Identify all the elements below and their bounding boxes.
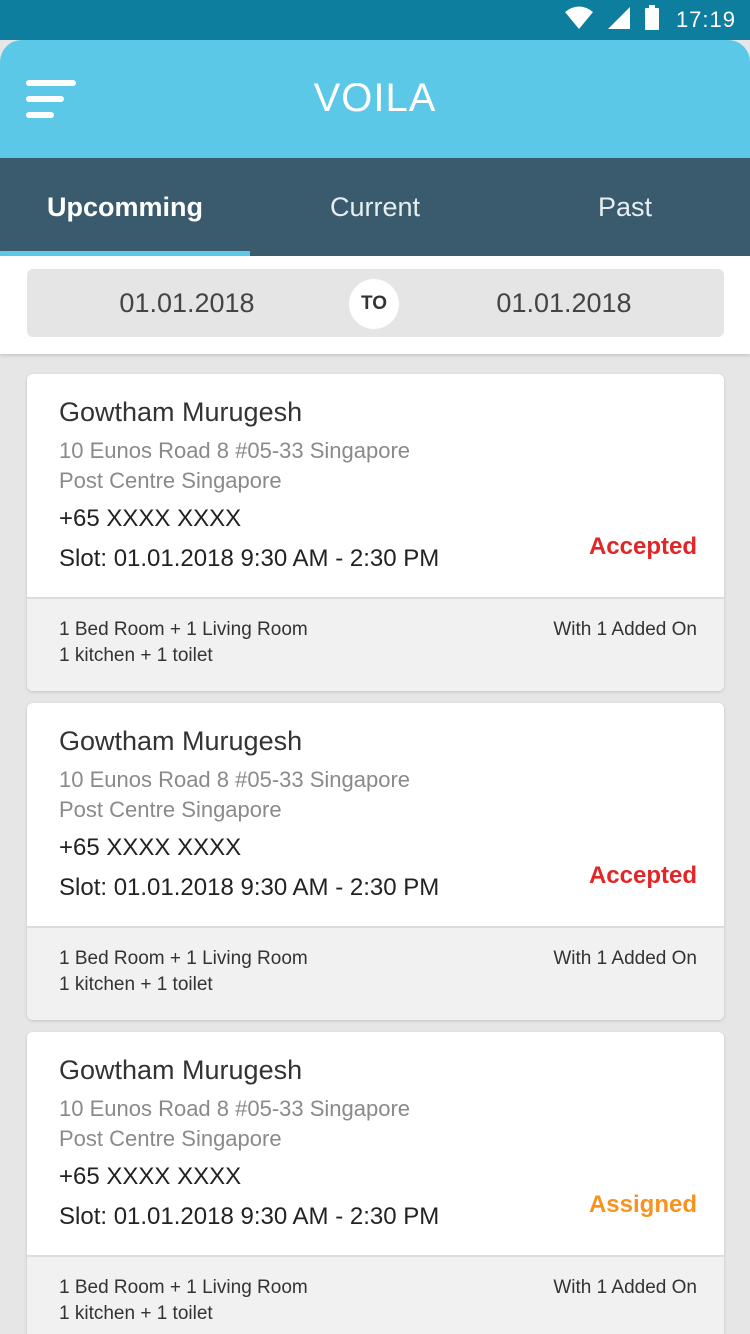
date-range-picker: 01.01.2018 TO 01.01.2018 — [27, 269, 724, 337]
customer-phone: +65 XXXX XXXX — [59, 505, 242, 532]
status-bar: 17:19 — [0, 0, 750, 40]
status-badge: Accepted — [588, 533, 697, 560]
room-summary-line-2: 1 kitchen + 1 toilet — [59, 1303, 213, 1324]
room-summary-line-2: 1 kitchen + 1 toilet — [59, 974, 213, 995]
addon-summary: With 1 Added On — [553, 1277, 697, 1298]
wifi-icon — [564, 6, 594, 35]
to-separator-badge: TO — [349, 279, 399, 329]
addon-summary: With 1 Added On — [553, 619, 697, 640]
date-range-bar: 01.01.2018 TO 01.01.2018 — [0, 256, 750, 354]
customer-phone: +65 XXXX XXXX — [59, 834, 242, 861]
address-line-2: Post Centre Singapore — [59, 468, 282, 493]
tab-current[interactable]: Current — [250, 158, 500, 256]
customer-name: Gowtham Murugesh — [59, 1055, 303, 1085]
tab-bar: Upcomming Current Past — [0, 158, 750, 256]
booking-details: 1 Bed Room + 1 Living Room 1 kitchen + 1… — [27, 926, 724, 1020]
customer-name: Gowtham Murugesh — [59, 397, 303, 427]
status-time: 17:19 — [675, 7, 736, 32]
tab-past[interactable]: Past — [500, 158, 750, 256]
customer-name: Gowtham Murugesh — [59, 726, 303, 756]
address-line-2: Post Centre Singapore — [59, 1126, 282, 1151]
booking-list: Gowtham Murugesh 10 Eunos Road 8 #05-33 … — [27, 374, 724, 1334]
booking-card[interactable]: Gowtham Murugesh 10 Eunos Road 8 #05-33 … — [27, 703, 724, 1020]
app-bar: VOILA — [0, 40, 750, 158]
address-line-2: Post Centre Singapore — [59, 797, 282, 822]
customer-address: 10 Eunos Road 8 #05-33 Singapore Post Ce… — [59, 765, 479, 825]
addon-summary: With 1 Added On — [553, 948, 697, 969]
booking-details: 1 Bed Room + 1 Living Room 1 kitchen + 1… — [27, 597, 724, 691]
customer-phone: +65 XXXX XXXX — [59, 1163, 242, 1190]
screen: 17:19 VOILA Upcomming Current Past 01.01… — [0, 0, 750, 1334]
tab-upcomming[interactable]: Upcomming — [0, 158, 250, 256]
customer-address: 10 Eunos Road 8 #05-33 Singapore Post Ce… — [59, 1094, 479, 1154]
date-from-field[interactable]: 01.01.2018 — [37, 269, 337, 337]
room-summary-line-2: 1 kitchen + 1 toilet — [59, 645, 213, 666]
status-badge: Accepted — [588, 862, 697, 889]
customer-address: 10 Eunos Road 8 #05-33 Singapore Post Ce… — [59, 436, 479, 496]
address-line-1: 10 Eunos Road 8 #05-33 Singapore — [59, 767, 411, 792]
date-to-field[interactable]: 01.01.2018 — [414, 269, 714, 337]
booking-card[interactable]: Gowtham Murugesh 10 Eunos Road 8 #05-33 … — [27, 1032, 724, 1334]
address-line-1: 10 Eunos Road 8 #05-33 Singapore — [59, 438, 411, 463]
booking-details: 1 Bed Room + 1 Living Room 1 kitchen + 1… — [27, 1255, 724, 1334]
booking-card[interactable]: Gowtham Murugesh 10 Eunos Road 8 #05-33 … — [27, 374, 724, 691]
battery-icon — [644, 4, 660, 36]
app-title: VOILA — [313, 76, 437, 120]
signal-icon — [606, 6, 632, 35]
address-line-1: 10 Eunos Road 8 #05-33 Singapore — [59, 1096, 411, 1121]
status-badge: Assigned — [588, 1191, 697, 1218]
